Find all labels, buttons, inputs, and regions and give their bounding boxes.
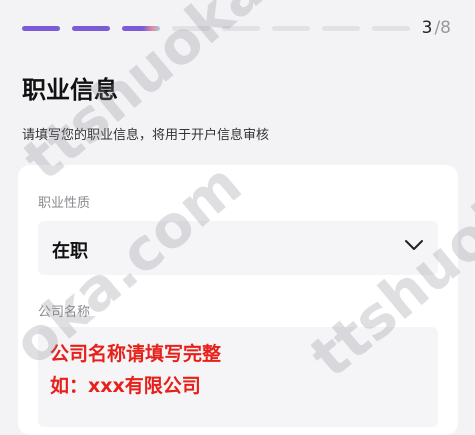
- page-subtitle: 请填写您的职业信息，将用于开户信息审核: [22, 128, 270, 143]
- occupation-value: 在职: [52, 241, 88, 262]
- company-hint-line1: 公司名称请填写完整: [50, 343, 222, 365]
- page-title: 职业信息: [22, 76, 118, 104]
- progress-segment: [222, 26, 260, 31]
- progress-segment: [72, 26, 110, 31]
- progress-segment: [122, 26, 160, 31]
- step-current: 3: [421, 18, 433, 38]
- progress-bar: [22, 26, 410, 31]
- occupation-select[interactable]: 在职: [38, 221, 438, 275]
- step-total: /8: [434, 18, 451, 38]
- company-name-input[interactable]: 公司名称请填写完整 如：xxx有限公司: [38, 327, 438, 427]
- company-label: 公司名称: [38, 305, 91, 320]
- progress-segment: [22, 26, 60, 31]
- progress-segment: [322, 26, 360, 31]
- progress-segment: [372, 26, 410, 31]
- form-card: 职业性质 在职 公司名称 公司名称请填写完整 如：xxx有限公司: [18, 165, 458, 435]
- step-counter: 3/8: [422, 18, 451, 38]
- occupation-label: 职业性质: [38, 196, 91, 211]
- chevron-down-icon: [405, 240, 423, 250]
- company-hint-line2: 如：xxx有限公司: [50, 375, 201, 397]
- progress-segment: [272, 26, 310, 31]
- progress-segment: [172, 26, 210, 31]
